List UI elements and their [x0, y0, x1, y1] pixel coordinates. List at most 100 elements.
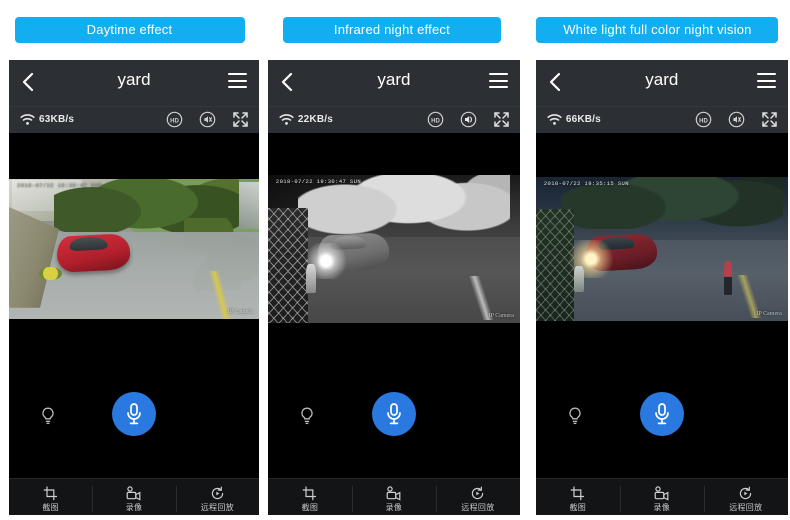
video-timestamp: 2018-07/22 19:35:15 SUN	[543, 180, 629, 187]
video-timestamp: 2018-07/22 19:30:47 SUN	[275, 178, 362, 185]
app-header-1: yard	[9, 60, 259, 106]
fullscreen-expand-icon[interactable]	[232, 111, 249, 128]
caption-wrap-1: Daytime effect	[0, 0, 259, 60]
microphone-icon[interactable]	[639, 392, 684, 436]
speaker-muted-icon[interactable]	[728, 111, 745, 128]
toolbar-label-playback: 远程回放	[200, 502, 234, 512]
toolbar-item-record[interactable]: 录像	[619, 479, 704, 515]
stream-controls-3: HD	[695, 111, 778, 128]
screenshot-icon	[570, 485, 585, 501]
hd-quality-icon[interactable]: HD	[427, 111, 444, 128]
toolbar-item-playback[interactable]: 远程回放	[703, 479, 788, 515]
lightbulb-icon[interactable]	[298, 406, 316, 426]
page-title: yard	[645, 70, 679, 89]
scene-red-car	[55, 233, 130, 274]
fullscreen-expand-icon[interactable]	[761, 111, 778, 128]
bitrate-label: 22KB/s	[297, 114, 334, 125]
caption-badge-daytime: Daytime effect	[14, 17, 245, 43]
remote-playback-icon	[738, 486, 753, 501]
toolbar-item-screenshot[interactable]: 截图	[9, 479, 92, 515]
hd-quality-icon[interactable]: HD	[695, 111, 712, 128]
page-title: yard	[117, 70, 151, 89]
page-title: yard	[377, 70, 411, 89]
phone-screen-2: yard 22KB/s HD 2018-07/22 19:30:47 SUN I…	[267, 60, 520, 515]
toolbar-item-record[interactable]: 录像	[92, 479, 175, 515]
toolbar-item-playback[interactable]: 远程回放	[435, 479, 520, 515]
record-video-icon	[385, 485, 402, 501]
scene-flowers	[39, 267, 62, 280]
microphone-icon[interactable]	[112, 392, 156, 436]
scene-infrared	[267, 175, 520, 323]
panel-color-night: White light full color night vision yard	[525, 0, 790, 520]
control-area-1	[9, 358, 259, 478]
scene-daytime	[9, 179, 259, 319]
video-stage-1[interactable]: 2018-07/22 19:30:47 SUN IP Camera	[9, 133, 259, 358]
caption-wrap-3: White light full color night vision	[525, 0, 790, 60]
speaker-on-icon[interactable]	[460, 111, 477, 128]
lightbulb-icon[interactable]	[566, 406, 584, 426]
video-stage-3[interactable]: 2018-07/22 19:35:15 SUN IP Camera	[535, 133, 788, 358]
phone-screen-1: yard 63KB/s HD 2018-07/22 19:30:47 SUN I…	[9, 60, 259, 515]
record-video-icon	[125, 485, 142, 501]
toolbar-label-record: 录像	[385, 502, 403, 512]
comparison-board: Daytime effect yard 63KB/s HD 2018-07/22…	[0, 0, 790, 520]
video-feed-color-night[interactable]: 2018-07/22 19:35:15 SUN IP Camera	[535, 177, 788, 321]
control-area-2	[267, 358, 520, 478]
app-header-3: yard	[535, 60, 788, 106]
hd-quality-icon[interactable]: HD	[166, 111, 183, 128]
screenshot-icon	[43, 485, 58, 501]
stream-controls-1: HD	[166, 111, 249, 128]
remote-playback-icon	[470, 486, 485, 501]
video-watermark: IP Camera	[756, 311, 782, 317]
stream-status-bar-2: 22KB/s HD	[267, 106, 520, 133]
toolbar-label-record: 录像	[653, 502, 671, 512]
stream-status-bar-3: 66KB/s HD	[535, 106, 788, 133]
scene-person-near-light	[573, 266, 584, 293]
microphone-icon[interactable]	[371, 392, 416, 436]
video-stage-2[interactable]: 2018-07/22 19:30:47 SUN IP Camera	[267, 133, 520, 358]
bottom-toolbar-1: 截图 录像 远程回放	[9, 478, 259, 515]
toolbar-label-screenshot: 截图	[301, 502, 319, 512]
speaker-muted-icon[interactable]	[199, 111, 216, 128]
wifi-icon	[547, 113, 562, 126]
wifi-icon	[20, 113, 35, 126]
video-watermark: IP Camera	[227, 309, 253, 315]
toolbar-item-screenshot[interactable]: 截图	[536, 479, 620, 515]
toolbar-label-screenshot: 截图	[42, 502, 59, 512]
phone-screen-3: yard 66KB/s HD 2018-07/22 19:35:15 SUN I…	[535, 60, 788, 515]
video-feed-daytime[interactable]: 2018-07/22 19:30:47 SUN IP Camera	[9, 179, 259, 319]
wifi-icon	[279, 113, 294, 126]
hamburger-menu-icon[interactable]	[488, 73, 508, 88]
bitrate-label: 63KB/s	[39, 114, 75, 125]
bottom-toolbar-2: 截图 录像 远程回放	[267, 478, 520, 515]
caption-badge-infrared: Infrared night effect	[282, 17, 501, 43]
scene-fence-mesh	[267, 207, 309, 323]
caption-badge-color-night: White light full color night vision	[536, 17, 779, 43]
svg-text:HD: HD	[699, 118, 708, 124]
hamburger-menu-icon[interactable]	[228, 73, 247, 88]
remote-playback-icon	[210, 486, 225, 501]
lightbulb-icon[interactable]	[39, 406, 57, 426]
svg-text:HD: HD	[170, 118, 179, 124]
bitrate-label: 66KB/s	[565, 114, 601, 125]
toolbar-label-playback: 远程回放	[461, 502, 495, 512]
video-timestamp: 2018-07/22 19:30:47 SUN	[17, 182, 103, 189]
panel-infrared: Infrared night effect yard 22KB/s HD 201…	[264, 0, 520, 520]
video-feed-infrared[interactable]: 2018-07/22 19:30:47 SUN IP Camera	[267, 175, 520, 323]
toolbar-label-record: 录像	[125, 502, 143, 512]
control-area-3	[535, 358, 788, 478]
video-watermark: IP Camera	[488, 313, 514, 319]
bottom-toolbar-3: 截图 录像 远程回放	[535, 478, 788, 515]
toolbar-item-playback[interactable]: 远程回放	[175, 479, 259, 515]
toolbar-item-screenshot[interactable]: 截图	[268, 479, 352, 515]
app-header-2: yard	[267, 60, 520, 106]
svg-text:HD: HD	[431, 118, 440, 124]
hamburger-menu-icon[interactable]	[756, 73, 776, 88]
panel-daytime: Daytime effect yard 63KB/s HD 2018-07/22…	[0, 0, 259, 520]
stream-controls-2: HD	[427, 111, 510, 128]
toolbar-item-record[interactable]: 录像	[351, 479, 436, 515]
stream-status-bar-1: 63KB/s HD	[9, 106, 259, 133]
scene-color-night	[535, 177, 788, 321]
fullscreen-expand-icon[interactable]	[493, 111, 510, 128]
scene-person	[305, 263, 316, 294]
